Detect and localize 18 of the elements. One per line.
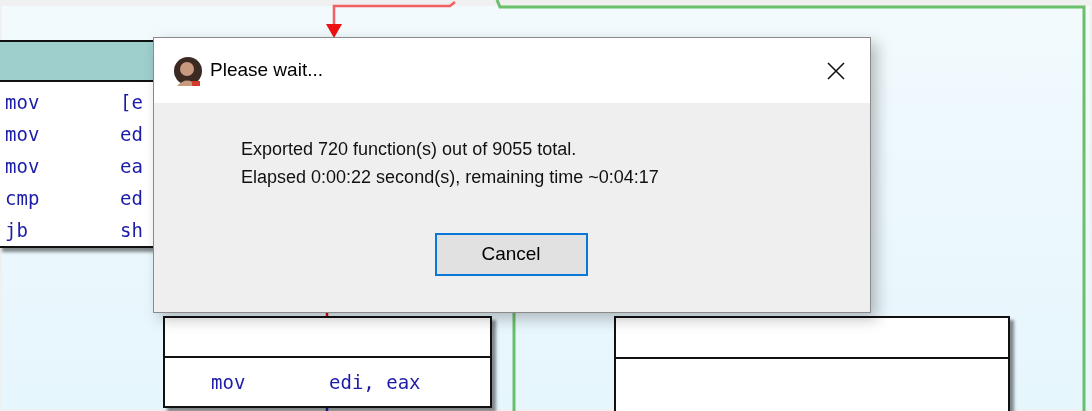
instruction-mnemonic: mov — [5, 122, 41, 147]
instruction-operand: sh — [120, 218, 143, 243]
progress-message: Exported 720 function(s) out of 9055 total. — [241, 138, 577, 161]
instruction-operand: ea — [120, 154, 143, 179]
instruction-mnemonic: jb — [5, 218, 29, 243]
instruction-mnemonic: mov — [5, 90, 41, 115]
avatar-icon — [172, 54, 204, 87]
cancel-button[interactable]: Cancel — [434, 233, 588, 276]
instruction-operand: ed — [120, 186, 143, 211]
progress-message: Elapsed 0:00:22 second(s), remaining time ~0:04:17 — [241, 166, 659, 189]
instruction-operand: edi, eax — [329, 370, 421, 395]
instruction-operand: [e — [120, 90, 143, 115]
instruction-mnemonic: mov — [211, 370, 247, 395]
instruction-mnemonic: mov — [5, 154, 41, 179]
dialog-title: Please wait... — [210, 58, 324, 83]
instruction-mnemonic: cmp — [5, 186, 41, 211]
close-icon — [827, 61, 845, 80]
instruction-operand: ed — [120, 122, 143, 147]
